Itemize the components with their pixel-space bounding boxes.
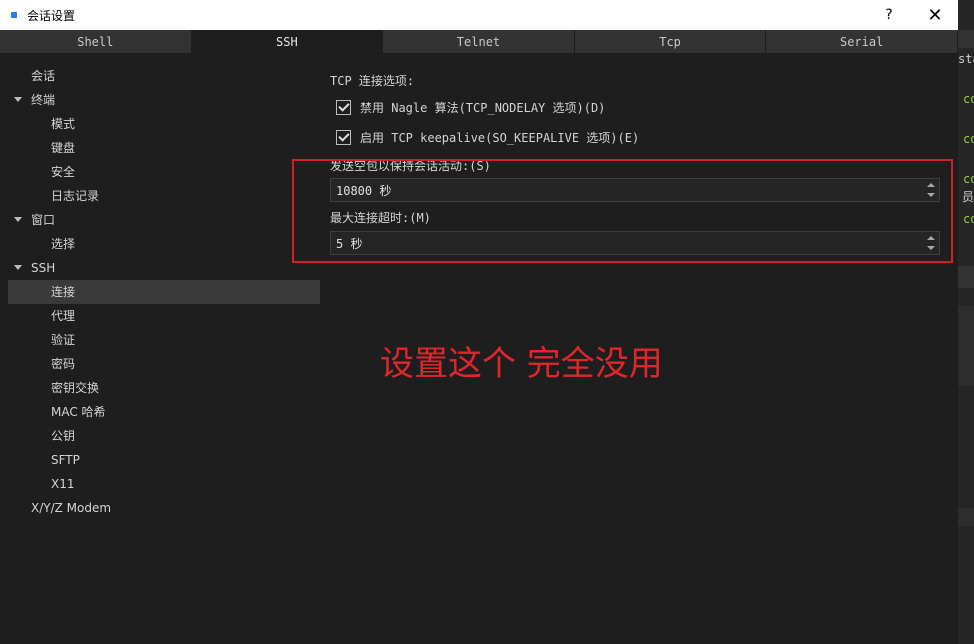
strip-text: co [963,132,974,146]
annotation-text: 设置这个 完全没用 [380,344,663,384]
app-icon [11,12,17,18]
strip-band [958,30,974,48]
strip-text: co [963,92,974,106]
settings-tree: 会话 终端 模式 键盘 安全 日志记录 窗口 选择 SSH 连接 代理 验证 密… [8,64,320,634]
keepalive-label: 启用 TCP keepalive(SO_KEEPALIVE 选项)(E) [360,130,640,145]
tree-item-label: 公钥 [51,429,76,443]
tree-item-sftp[interactable]: SFTP [8,448,320,472]
tree-item-label: 模式 [51,117,76,131]
tree-item-auth[interactable]: 验证 [8,328,320,352]
nodelay-checkbox[interactable] [336,99,351,115]
tree-item-kex[interactable]: 密钥交换 [8,376,320,400]
keepalive-option[interactable]: 启用 TCP keepalive(SO_KEEPALIVE 选项)(E) [336,125,639,149]
expand-arrow-icon[interactable] [14,217,22,222]
title-bar: 会话设置 ? ✕ [0,0,958,30]
strip-text: 员 [962,190,974,204]
tree-item-label: X11 [51,477,75,491]
strip-text: sta [958,52,974,66]
tree-item-window[interactable]: 窗口 [8,208,320,232]
tree-item-label: 连接 [51,285,76,299]
highlight-box [292,159,953,263]
tree-item-label: SFTP [51,453,80,467]
tree-item-label: 安全 [51,165,76,179]
tree-item-label: 窗口 [31,213,56,227]
help-button[interactable]: ? [866,0,912,30]
tab-ssh[interactable]: SSH [191,30,384,53]
tree-item-proxy[interactable]: 代理 [8,304,320,328]
tree-item-label: 键盘 [51,141,76,155]
tab-telnet[interactable]: Telnet [383,30,575,53]
tab-shell[interactable]: Shell [0,30,192,53]
tree-item-selection[interactable]: 选择 [8,232,320,256]
strip-band [958,508,974,526]
tree-item-label: X/Y/Z Modem [31,501,112,515]
tree-item-label: 选择 [51,237,76,251]
tree-item-label: 密码 [51,357,76,371]
tree-item-keyboard[interactable]: 键盘 [8,136,320,160]
strip-band [958,266,974,288]
tree-item-label: 会话 [31,69,56,83]
tree-item-label: 验证 [51,333,76,347]
tree-item-security[interactable]: 安全 [8,160,320,184]
tree-item-connection[interactable]: 连接 [8,280,320,304]
tree-item-public-key[interactable]: 公钥 [8,424,320,448]
tree-item-x11[interactable]: X11 [8,472,320,496]
tree-item-session[interactable]: 会话 [8,64,320,88]
close-button[interactable]: ✕ [912,0,958,30]
strip-band [958,306,974,386]
tab-tcp[interactable]: Tcp [574,30,767,53]
tree-item-label: 日志记录 [51,189,100,203]
expand-arrow-icon[interactable] [14,97,22,102]
tree-item-label: 终端 [31,93,56,107]
expand-arrow-icon[interactable] [14,265,22,270]
tree-item-label: 代理 [51,309,76,323]
strip-text: co [963,172,974,186]
nodelay-label: 禁用 Nagle 算法(TCP_NODELAY 选项)(D) [360,100,606,115]
tree-item-ssh[interactable]: SSH [8,256,320,280]
tab-bar: Shell SSH Telnet Tcp Serial [0,30,958,54]
section-title: TCP 连接选项: [330,74,415,88]
window-title: 会话设置 [27,8,76,23]
nodelay-option[interactable]: 禁用 Nagle 算法(TCP_NODELAY 选项)(D) [336,95,605,119]
tree-item-mode[interactable]: 模式 [8,112,320,136]
tab-serial[interactable]: Serial [766,30,958,53]
strip-text: co [963,212,974,226]
tree-item-logging[interactable]: 日志记录 [8,184,320,208]
tree-item-modem[interactable]: X/Y/Z Modem [8,496,320,520]
tree-item-label: MAC 哈希 [51,405,106,419]
tree-item-cipher[interactable]: 密码 [8,352,320,376]
tree-item-mac[interactable]: MAC 哈希 [8,400,320,424]
background-window-strip: sta co co co 员 co [958,0,974,644]
tree-item-terminal[interactable]: 终端 [8,88,320,112]
tree-item-label: SSH [31,261,56,275]
tree-item-label: 密钥交换 [51,381,100,395]
keepalive-checkbox[interactable] [336,129,351,145]
